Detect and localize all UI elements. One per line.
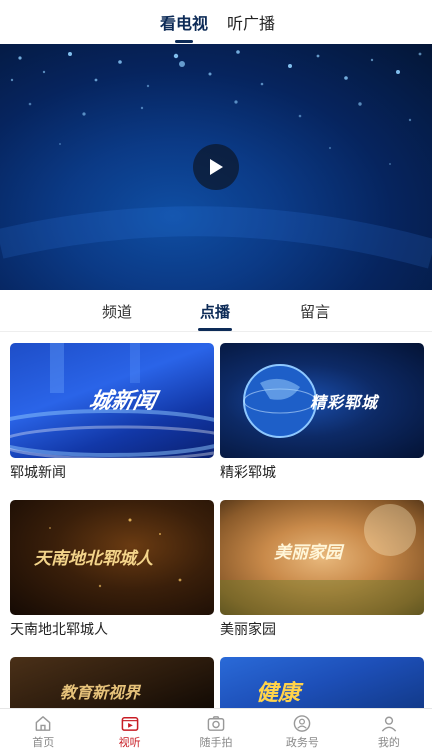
video-player[interactable] (0, 44, 432, 290)
tab-on-demand[interactable]: 点播 (198, 301, 232, 331)
home-icon (35, 716, 51, 731)
program-thumbnail-text: 精彩郓城 (310, 393, 379, 412)
nav-snapshot-label: 随手拍 (199, 736, 233, 749)
program-card[interactable]: 天南地北郓城人 天南地北郓城人 (10, 500, 214, 640)
active-subtab-indicator (198, 328, 232, 331)
program-title: 郓城新闻 (10, 465, 66, 481)
tab-on-demand-label: 点播 (200, 303, 231, 321)
nav-profile-label: 我的 (377, 736, 400, 749)
tab-channels[interactable]: 频道 (102, 301, 132, 322)
program-thumbnail-text: 城新闻 (86, 388, 159, 414)
program-card[interactable]: 精彩郓城 精彩郓城 (220, 343, 424, 483)
program-title: 精彩郓城 (220, 465, 276, 481)
program-thumbnail: 天南地北郓城人 (10, 500, 214, 615)
program-card[interactable]: 城新闻 郓城新闻 (10, 343, 214, 483)
tab-listen-radio[interactable]: 听广播 (227, 10, 275, 34)
bottom-nav-bar: 首页 视听 随手拍 政务号 我的 (0, 708, 432, 750)
tab-watch-tv[interactable]: 看电视 (160, 10, 209, 43)
play-button[interactable] (193, 144, 239, 190)
nav-home[interactable]: 首页 (0, 709, 86, 750)
user-icon (381, 716, 397, 732)
program-thumbnail: 健康 (220, 657, 424, 708)
play-icon (210, 159, 223, 175)
nav-video[interactable]: 视听 (86, 709, 172, 750)
active-tab-indicator (175, 40, 193, 43)
top-tab-bar: 看电视 听广播 (0, 0, 432, 44)
program-thumbnail-text: 天南地北郓城人 (34, 549, 153, 569)
program-thumbnail: 美丽家园 (220, 500, 424, 615)
nav-gov-label: 政务号 (285, 736, 319, 749)
tab-channels-label: 频道 (102, 303, 133, 321)
nav-profile[interactable]: 我的 (346, 709, 432, 750)
tab-listen-radio-label: 听广播 (227, 14, 276, 33)
program-thumbnail: 城新闻 (10, 343, 214, 458)
program-title: 天南地北郓城人 (10, 622, 108, 638)
nav-home-label: 首页 (32, 736, 55, 749)
tab-messages[interactable]: 留言 (300, 301, 330, 322)
program-card[interactable]: 健康 (220, 657, 424, 708)
program-card[interactable]: 美丽家园 美丽家园 (220, 500, 424, 640)
program-thumbnail: 精彩郓城 (220, 343, 424, 458)
program-thumbnail-text: 美丽家园 (274, 543, 342, 563)
program-card[interactable]: 教育新视界 (10, 657, 214, 708)
nav-snapshot[interactable]: 随手拍 (173, 709, 259, 750)
nav-gov[interactable]: 政务号 (259, 709, 345, 750)
video-icon (121, 717, 138, 731)
gov-icon (294, 715, 311, 732)
nav-video-label: 视听 (118, 736, 141, 749)
program-thumbnail: 教育新视界 (10, 657, 214, 708)
sub-tab-bar: 频道 点播 留言 (0, 290, 432, 332)
program-thumbnail-text: 教育新视界 (60, 683, 141, 702)
tab-messages-label: 留言 (300, 303, 331, 321)
program-title: 美丽家园 (220, 622, 276, 638)
tab-watch-tv-label: 看电视 (160, 14, 209, 33)
camera-icon (207, 716, 225, 731)
program-thumbnail-text: 健康 (256, 680, 301, 706)
